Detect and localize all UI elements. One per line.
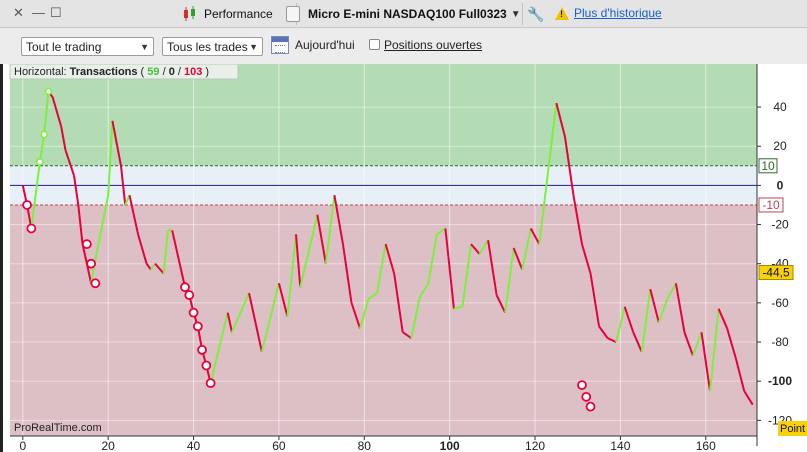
y-tick-label: -20 [771, 218, 789, 232]
trading-filter-value: Tout le trading [26, 39, 102, 54]
horizontal-label-part: 103 [184, 66, 202, 78]
maximize-icon[interactable]: ☐ [50, 6, 62, 20]
horizontal-label: Horizontal: Transactions ( 59 / 0 / 103 … [14, 66, 209, 78]
x-tick-label: 100 [440, 439, 460, 452]
losing-streak-marker [585, 401, 596, 412]
horizontal-label-part: Transactions [70, 66, 138, 78]
losing-streak-marker [180, 282, 190, 293]
x-tick-label: 160 [696, 439, 716, 452]
trading-filter-select[interactable]: Tout le trading ▼ [21, 37, 154, 56]
x-tick-label: 0 [19, 439, 26, 452]
instrument-icon [286, 6, 300, 22]
candlestick-icon [184, 6, 195, 21]
performance-selector[interactable]: Performance [182, 4, 273, 24]
open-positions-label[interactable]: Positions ouvertes [384, 38, 482, 52]
horizontal-label-part: / [160, 66, 169, 78]
y-tick-label: 40 [773, 100, 787, 114]
losing-streak-marker [81, 239, 92, 250]
y-tick-label: -100 [768, 374, 792, 388]
units-badge-label: Point [780, 423, 805, 435]
current-value-label: -44,5 [762, 266, 790, 280]
horizontal-label-part: / [175, 66, 184, 78]
horizontal-label-part: ) [202, 66, 209, 78]
window-titlebar: ✕ — ☐ Performance Micro E-mini NASDAQ100… [0, 0, 807, 28]
history-warning[interactable]: Plus d'historique [555, 6, 662, 20]
chevron-down-icon: ▼ [140, 41, 149, 52]
warning-icon [555, 6, 569, 20]
y-tick-label: -60 [771, 296, 789, 310]
equity-curve-chart: 0 20 40 60 80 100 120 140 16040200-20-40-60-80-1… [0, 64, 807, 452]
losing-streak-marker [577, 380, 587, 390]
losing-streak-marker [197, 344, 207, 355]
close-icon[interactable]: ✕ [13, 6, 24, 20]
losing-streak-marker [90, 278, 101, 289]
today-label[interactable]: Aujourd'hui [295, 38, 355, 52]
horizontal-label-part: ( [138, 66, 148, 78]
calendar-icon[interactable] [271, 36, 289, 54]
losing-streak-marker [184, 290, 195, 300]
open-positions-checkbox[interactable] [369, 39, 380, 50]
x-tick-label: 120 [525, 439, 545, 452]
divider [522, 3, 523, 25]
losing-streak-marker [192, 321, 203, 332]
losing-streak-marker [26, 223, 37, 234]
equity-chart: 0 20 40 60 80 100 120 140 160 40 20 0 -20 -40 -60 -80 -1… [0, 64, 807, 452]
lower-threshold-label: -10 [762, 198, 780, 212]
losing-streak-marker [22, 200, 32, 210]
instrument-name: Micro E-mini NASDAQ100 Full0323 [308, 7, 507, 21]
filter-toolbar: Tout le trading ▼ Tous les trades ▼ Aujo… [0, 28, 807, 64]
x-tick-label: 140 [610, 439, 630, 452]
wrench-icon[interactable]: 🔧 [527, 6, 544, 23]
y-tick-label: 0 [777, 178, 784, 192]
performance-label: Performance [204, 7, 273, 21]
left-edge-strip [0, 64, 3, 452]
horizontal-label-part: 59 [147, 66, 159, 78]
losing-streak-marker [188, 307, 199, 318]
chevron-down-icon: ▼ [510, 8, 521, 20]
chevron-down-icon: ▼ [249, 41, 258, 52]
loss-zone [10, 204, 757, 436]
watermark: ProRealTime.com [14, 422, 102, 434]
more-history-link[interactable]: Plus d'historique [574, 6, 662, 20]
x-tick-label: 20 [101, 439, 115, 452]
trades-filter-value: Tous les trades [167, 39, 248, 54]
x-tick-label: 40 [187, 439, 201, 452]
minimize-icon[interactable]: — [32, 6, 45, 20]
instrument-selector[interactable]: Micro E-mini NASDAQ100 Full0323 ▼ [286, 4, 521, 24]
winning-streak-marker [36, 158, 44, 166]
losing-streak-marker [581, 391, 592, 402]
upper-threshold-label: 10 [761, 159, 775, 173]
x-tick-label: 60 [272, 439, 286, 452]
winning-streak-marker [40, 130, 48, 139]
trades-filter-select[interactable]: Tous les trades ▼ [162, 37, 263, 56]
horizontal-label-part: Horizontal: [14, 66, 70, 78]
winning-streak-marker [44, 87, 53, 96]
losing-streak-marker [86, 258, 97, 269]
y-tick-label: 20 [773, 139, 787, 153]
losing-streak-marker [205, 378, 216, 389]
losing-streak-marker [201, 360, 212, 371]
y-tick-label: -80 [771, 335, 789, 349]
x-tick-label: 80 [358, 439, 372, 452]
